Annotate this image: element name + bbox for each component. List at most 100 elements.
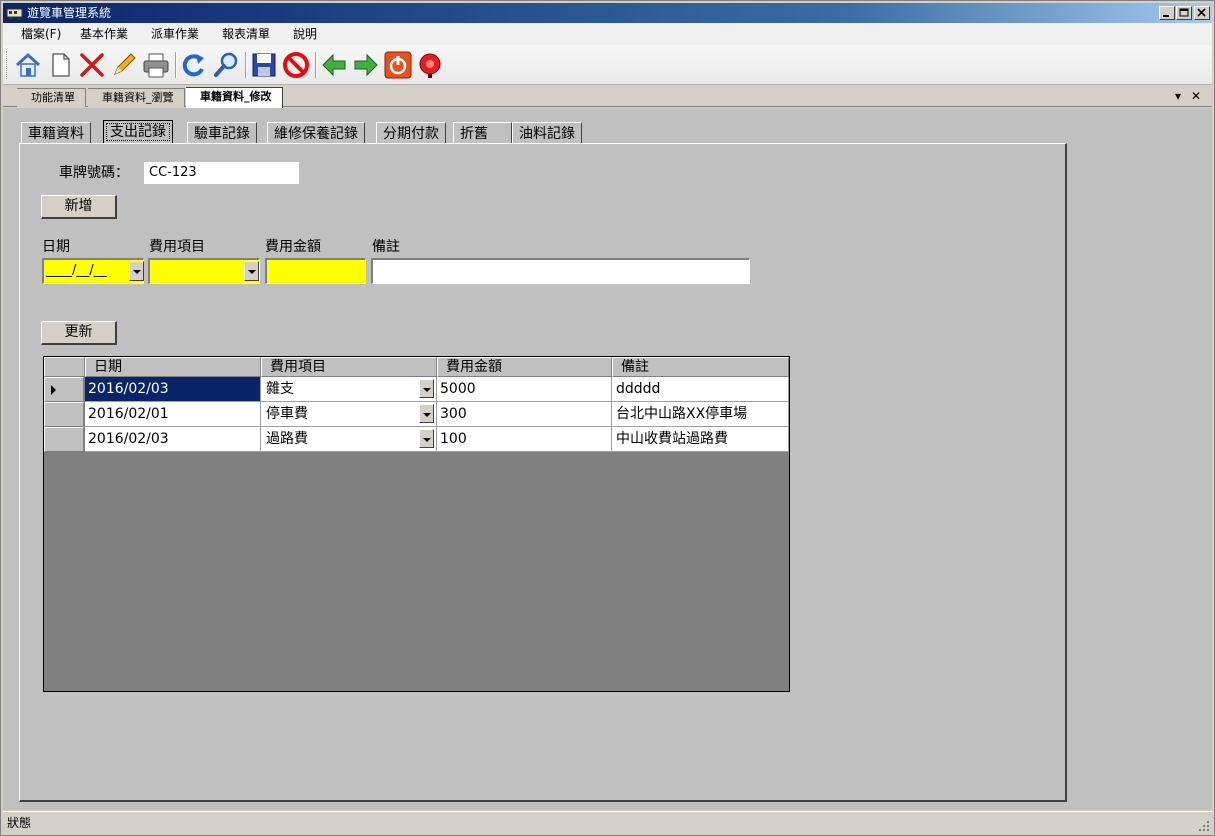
cell-note[interactable]: 台北中山路XX停車場 xyxy=(612,402,789,427)
row-selector[interactable] xyxy=(44,402,84,427)
cell-date[interactable]: 2016/02/01 xyxy=(85,402,261,427)
chevron-down-icon[interactable] xyxy=(244,261,259,281)
maximize-button[interactable] xyxy=(1176,6,1192,20)
tab-expense-records[interactable]: 支出記錄 xyxy=(103,120,173,144)
menu-report-list[interactable]: 報表清單 xyxy=(222,26,270,42)
menu-help[interactable]: 說明 xyxy=(293,26,317,42)
close-icon xyxy=(1197,8,1206,17)
cell-amount[interactable]: 5000 xyxy=(437,377,612,402)
tab-vehicle-info[interactable]: 車籍資料 xyxy=(21,122,91,144)
note-label: 備註 xyxy=(372,239,400,255)
chevron-down-icon[interactable] xyxy=(419,429,434,448)
grid-header: 日期 費用項目 費用金額 備註 xyxy=(44,357,789,377)
print-button[interactable] xyxy=(141,50,171,80)
alarm-bell-icon xyxy=(419,53,441,78)
date-input[interactable]: ____/__/__ xyxy=(46,262,107,280)
cell-item[interactable]: 過路費 xyxy=(261,427,437,452)
tab-vehicle-edit[interactable]: 車籍資料_修改 xyxy=(186,87,283,108)
chevron-down-icon[interactable] xyxy=(419,379,434,398)
column-header-amount[interactable]: 費用金額 xyxy=(437,357,612,377)
status-bar: 狀態 xyxy=(3,811,1212,834)
new-document-icon xyxy=(52,53,70,77)
menu-dispatch-operations[interactable]: 派車作業 xyxy=(151,26,199,42)
tab-depreciation[interactable]: 折舊 xyxy=(453,122,512,144)
print-icon xyxy=(143,53,169,78)
expense-amount-input[interactable] xyxy=(265,258,366,284)
plate-number-field[interactable]: CC-123 xyxy=(144,162,299,184)
tab-function-list[interactable]: 功能清單 xyxy=(17,88,86,107)
exit-button[interactable] xyxy=(383,50,413,80)
cell-date[interactable]: 2016/02/03 xyxy=(85,377,261,402)
tab-list-dropdown-icon[interactable]: ▾ xyxy=(1175,89,1181,103)
resize-grip-icon[interactable] xyxy=(1198,820,1210,832)
table-row[interactable]: 2016/02/03 雜支 5000 ddddd xyxy=(44,377,789,402)
chevron-down-icon[interactable] xyxy=(419,404,434,423)
refresh-icon xyxy=(182,54,204,77)
search-button[interactable] xyxy=(211,50,241,80)
cell-item-text: 停車費 xyxy=(266,406,308,422)
expense-item-label: 費用項目 xyxy=(149,239,205,255)
column-header-date[interactable]: 日期 xyxy=(85,357,261,377)
delete-button[interactable] xyxy=(77,50,107,80)
home-icon xyxy=(15,52,41,77)
tab-label: 分期付款 xyxy=(383,126,439,142)
document-tab-strip: 功能清單 車籍資料_瀏覽 車籍資料_修改 ▾ ✕ xyxy=(3,85,1212,108)
table-row[interactable]: 2016/02/03 過路費 100 中山收費站過路費 xyxy=(44,427,789,452)
date-dropdown-icon[interactable] xyxy=(129,261,144,281)
column-header-note[interactable]: 備註 xyxy=(612,357,789,377)
tab-installments[interactable]: 分期付款 xyxy=(376,122,446,144)
title-bar[interactable]: 遊覽車管理系統 xyxy=(3,3,1212,23)
tab-label: 功能清單 xyxy=(31,91,75,104)
row-selector[interactable] xyxy=(44,427,84,452)
cell-amount[interactable]: 100 xyxy=(437,427,612,452)
tab-close-icon[interactable]: ✕ xyxy=(1191,89,1201,103)
window-title: 遊覽車管理系統 xyxy=(27,6,112,20)
maximize-icon xyxy=(1179,8,1189,17)
cell-note[interactable]: ddddd xyxy=(612,377,789,402)
current-row-pointer-icon xyxy=(51,385,56,395)
update-button[interactable]: 更新 xyxy=(41,321,117,345)
cell-note[interactable]: 中山收費站過路費 xyxy=(612,427,789,452)
cell-item[interactable]: 停車費 xyxy=(261,402,437,427)
toolbar xyxy=(3,45,1212,85)
tab-vehicle-browse[interactable]: 車籍資料_瀏覽 xyxy=(88,88,185,107)
column-header-item[interactable]: 費用項目 xyxy=(261,357,437,377)
tab-label: 車籍資料_修改 xyxy=(200,90,272,103)
note-input[interactable] xyxy=(371,258,750,284)
cancel-icon xyxy=(283,52,309,78)
cell-date[interactable]: 2016/02/03 xyxy=(85,427,261,452)
refresh-button[interactable] xyxy=(179,50,209,80)
previous-button[interactable] xyxy=(319,50,349,80)
alarm-button[interactable] xyxy=(415,50,445,80)
row-selector[interactable] xyxy=(44,377,84,402)
add-button[interactable]: 新增 xyxy=(41,195,117,219)
tab-fuel-records[interactable]: 油料記錄 xyxy=(512,122,582,144)
table-row[interactable]: 2016/02/01 停車費 300 台北中山路XX停車場 xyxy=(44,402,789,427)
minimize-button[interactable] xyxy=(1159,6,1175,20)
tab-label: 驗車記錄 xyxy=(194,126,250,142)
app-window: 遊覽車管理系統 檔案(F) 基本作業 派車作業 報表清單 說明 功能清單 車籍資… xyxy=(0,0,1215,836)
date-label: 日期 xyxy=(42,239,70,255)
close-button[interactable] xyxy=(1194,6,1210,20)
plate-number-label: 車牌號碼： xyxy=(59,165,129,181)
home-button[interactable] xyxy=(13,50,43,80)
bus-logo-icon xyxy=(6,8,23,20)
save-button[interactable] xyxy=(249,50,279,80)
cancel-button[interactable] xyxy=(281,50,311,80)
new-button[interactable] xyxy=(45,50,75,80)
menu-basic-operations[interactable]: 基本作業 xyxy=(80,26,128,42)
tab-maintenance-records[interactable]: 維修保養記錄 xyxy=(267,122,365,144)
menu-bar: 檔案(F) 基本作業 派車作業 報表清單 說明 xyxy=(3,23,1212,45)
next-button[interactable] xyxy=(351,50,381,80)
expense-grid[interactable]: 日期 費用項目 費用金額 備註 2016/02/03 雜支 5000 ddddd… xyxy=(43,356,790,692)
toolbar-separator xyxy=(175,52,177,78)
edit-button[interactable] xyxy=(109,50,139,80)
expense-item-select[interactable] xyxy=(148,258,260,284)
tab-inspection-records[interactable]: 驗車記錄 xyxy=(187,122,257,144)
document-area: 車籍資料 支出記錄 驗車記錄 維修保養記錄 分期付款 折舊 油料記錄 車牌號碼：… xyxy=(3,108,1212,810)
menu-file[interactable]: 檔案(F) xyxy=(21,26,61,42)
cell-item[interactable]: 雜支 xyxy=(261,377,437,402)
toolbar-grip[interactable] xyxy=(6,51,9,79)
cell-amount[interactable]: 300 xyxy=(437,402,612,427)
date-picker[interactable]: ____/__/__ xyxy=(42,258,144,284)
